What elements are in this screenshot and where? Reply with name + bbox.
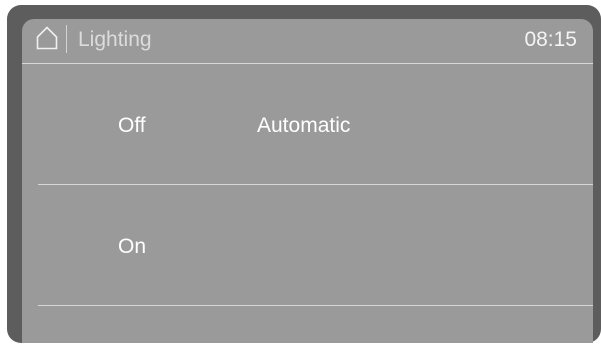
- page-title: Lighting: [78, 28, 152, 51]
- display-screen: Lighting 08:15 Off Automatic On: [22, 19, 593, 343]
- header-bar: Lighting 08:15: [22, 19, 593, 63]
- option-off[interactable]: Off Automatic: [22, 64, 593, 184]
- clock-time: 08:15: [524, 28, 577, 51]
- row-divider: [38, 305, 593, 306]
- option-on[interactable]: On: [22, 185, 593, 305]
- header-separator: [66, 25, 67, 53]
- option-on-label: On: [118, 235, 147, 258]
- home-icon[interactable]: [36, 26, 58, 50]
- option-off-label: Off: [118, 114, 146, 137]
- device-bezel: Lighting 08:15 Off Automatic On: [7, 5, 601, 343]
- option-off-value: Automatic: [257, 114, 351, 137]
